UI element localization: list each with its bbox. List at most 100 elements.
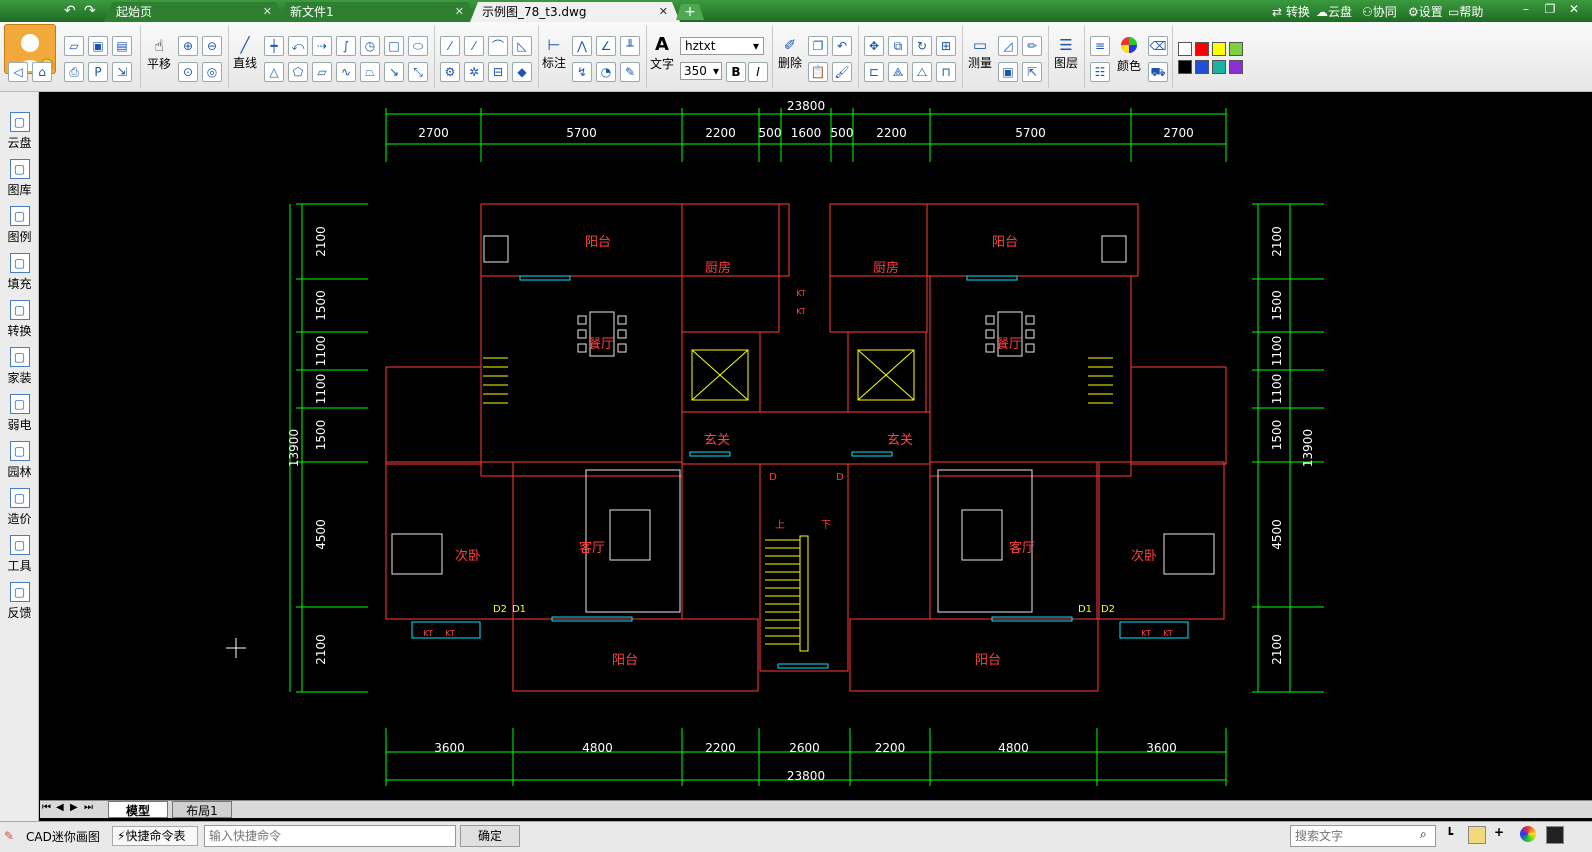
close-icon[interactable]: ✕ — [659, 2, 668, 22]
nav-collab[interactable]: ⚇协同 — [1362, 3, 1397, 20]
chamfer-icon[interactable]: ◺ — [512, 36, 532, 56]
font-size-select[interactable]: 350 ▾ — [680, 62, 722, 80]
triangle-icon[interactable]: △ — [264, 62, 284, 82]
italic-button[interactable]: I — [748, 62, 768, 82]
pan-button[interactable]: ☝ 平移 — [146, 36, 172, 72]
align-icon[interactable]: ⊓ — [936, 62, 956, 82]
prev-layout-icon[interactable]: ◀ — [56, 802, 64, 813]
angle-dim-icon[interactable]: ∠ — [596, 36, 616, 56]
home-icon[interactable]: ⌂ — [32, 62, 52, 82]
layer-button[interactable]: ☰ 图层 — [1052, 36, 1080, 71]
sidebar-item[interactable]: ▢ 转换 — [2, 300, 37, 339]
circle-icon[interactable]: ◷ — [360, 36, 380, 56]
lineweight-icon[interactable]: ☷ — [1090, 62, 1110, 82]
sidebar-item[interactable]: ▢ 图例 — [2, 206, 37, 245]
bold-button[interactable]: B — [726, 62, 746, 82]
undo-icon[interactable]: ↶ — [64, 3, 76, 19]
zoom-in-icon[interactable]: ⊕ — [178, 36, 198, 56]
back-icon[interactable]: ◁ — [8, 62, 28, 82]
ellipse-icon[interactable]: ⬭ — [408, 36, 428, 56]
copy-icon[interactable]: ❐ — [808, 36, 828, 56]
background-toggle-icon[interactable] — [1546, 826, 1564, 844]
undo-icon[interactable]: ↶ — [832, 36, 852, 56]
sidebar-item[interactable]: ▢ 弱电 — [2, 394, 37, 433]
text-button[interactable]: A 文字 — [650, 34, 674, 72]
curve-icon[interactable]: ∿ — [336, 62, 356, 82]
color-swatch[interactable] — [1229, 42, 1243, 56]
rectangle-icon[interactable]: □ — [384, 36, 404, 56]
delete-button[interactable]: ✐ 删除 — [776, 36, 804, 71]
shortcut-table-button[interactable]: ⚡快捷命令表 — [112, 826, 198, 846]
fill-icon[interactable]: ◆ — [512, 62, 532, 82]
color-button[interactable]: 颜色 — [1114, 36, 1144, 74]
sidebar-item[interactable]: ▢ 图库 — [2, 159, 37, 198]
color-swatch[interactable] — [1178, 42, 1192, 56]
fillet-icon[interactable]: ⌒ — [488, 36, 508, 56]
color-swatch[interactable] — [1178, 60, 1192, 74]
close-window-icon[interactable]: ✕ — [1564, 2, 1584, 20]
floor-plan[interactable]: 23800 2700 5700 2200 500 1600 500 2200 5700 2700 3… — [40, 92, 1592, 799]
pdf-icon[interactable]: P — [88, 62, 108, 82]
nav-help[interactable]: ▭帮助 — [1448, 3, 1483, 20]
color-swatch[interactable] — [1212, 42, 1226, 56]
restore-icon[interactable]: ❐ — [1540, 2, 1560, 20]
mirror-icon[interactable]: ⧍ — [912, 62, 932, 82]
explode-icon[interactable]: ⟁ — [888, 62, 908, 82]
pen-icon[interactable]: ✏ — [1022, 36, 1042, 56]
array-icon[interactable]: ⊞ — [936, 36, 956, 56]
tab-layout1[interactable]: 布局1 — [172, 801, 232, 818]
confirm-button[interactable]: 确定 — [460, 825, 520, 847]
close-icon[interactable]: ✕ — [455, 2, 464, 22]
rotate-icon[interactable]: ↻ — [912, 36, 932, 56]
measure-button[interactable]: ▭ 测量 — [966, 36, 994, 71]
color-swatch[interactable] — [1212, 60, 1226, 74]
parallelogram-icon[interactable]: ▱ — [312, 62, 332, 82]
crosshair-icon[interactable]: + — [1494, 825, 1504, 839]
sidebar-item[interactable]: ▢ 云盘 — [2, 112, 37, 151]
insert-icon[interactable]: ⇱ — [1022, 62, 1042, 82]
sidebar-item[interactable]: ▢ 工具 — [2, 535, 37, 574]
offset-icon[interactable]: ⚙ — [440, 62, 460, 82]
block-icon[interactable]: ▣ — [998, 62, 1018, 82]
tab-active-drawing[interactable]: 示例图_78_t3.dwg ✕ — [470, 2, 680, 22]
next-layout-icon[interactable]: ▶ — [70, 802, 78, 813]
close-icon[interactable]: ✕ — [263, 2, 272, 22]
tab-model[interactable]: 模型 — [108, 801, 168, 818]
break-icon[interactable]: ⊟ — [488, 62, 508, 82]
move-icon[interactable]: ✥ — [864, 36, 884, 56]
sidebar-item[interactable]: ▢ 园林 — [2, 441, 37, 480]
area-icon[interactable]: ◿ — [998, 36, 1018, 56]
print-icon[interactable]: ⎙ — [64, 62, 84, 82]
color-swatch[interactable] — [1229, 60, 1243, 74]
edit-dim-icon[interactable]: ✎ — [620, 62, 640, 82]
tab-start-page[interactable]: 起始页 ✕ — [104, 2, 284, 22]
save-icon[interactable]: ▣ — [88, 36, 108, 56]
stretch-icon[interactable]: ⊏ — [864, 62, 884, 82]
spline-icon[interactable]: ∫ — [336, 36, 356, 56]
drawing-canvas[interactable]: 23800 2700 5700 2200 500 1600 500 2200 5700 2700 3… — [40, 92, 1592, 799]
line-button[interactable]: ╱ 直线 — [232, 36, 258, 71]
truck-icon[interactable]: ⛟ — [1148, 62, 1168, 82]
sidebar-item[interactable]: ▢ 家装 — [2, 347, 37, 386]
dimension-button[interactable]: ⊢ 标注 — [542, 36, 566, 71]
minimize-icon[interactable]: – — [1516, 2, 1536, 20]
export-icon[interactable]: ⇲ — [112, 62, 132, 82]
search-text-input[interactable] — [1290, 825, 1436, 847]
linetype-icon[interactable]: ≡ — [1090, 36, 1110, 56]
nav-cloud[interactable]: ☁云盘 — [1316, 3, 1352, 20]
add-tab-button[interactable]: + — [676, 4, 704, 20]
color-swatch[interactable] — [1195, 60, 1209, 74]
color-wheel-icon[interactable] — [1520, 826, 1536, 842]
redo-icon[interactable]: ↷ — [84, 3, 96, 19]
first-layout-icon[interactable]: ⏮ — [42, 802, 51, 813]
snap-icon[interactable] — [1468, 826, 1486, 844]
tab-new-file[interactable]: 新文件1 ✕ — [278, 2, 476, 22]
color-swatch[interactable] — [1195, 42, 1209, 56]
zoom-out-icon[interactable]: ⊖ — [202, 36, 222, 56]
aligned-dim-icon[interactable]: ⋀ — [572, 36, 592, 56]
sidebar-item[interactable]: ▢ 反馈 — [2, 582, 37, 621]
zoom-window-icon[interactable]: ⊙ — [178, 62, 198, 82]
match-prop-icon[interactable]: 🖌 — [832, 62, 852, 82]
arc-icon[interactable]: ⤺ — [288, 36, 308, 56]
open-icon[interactable]: ▱ — [64, 36, 84, 56]
